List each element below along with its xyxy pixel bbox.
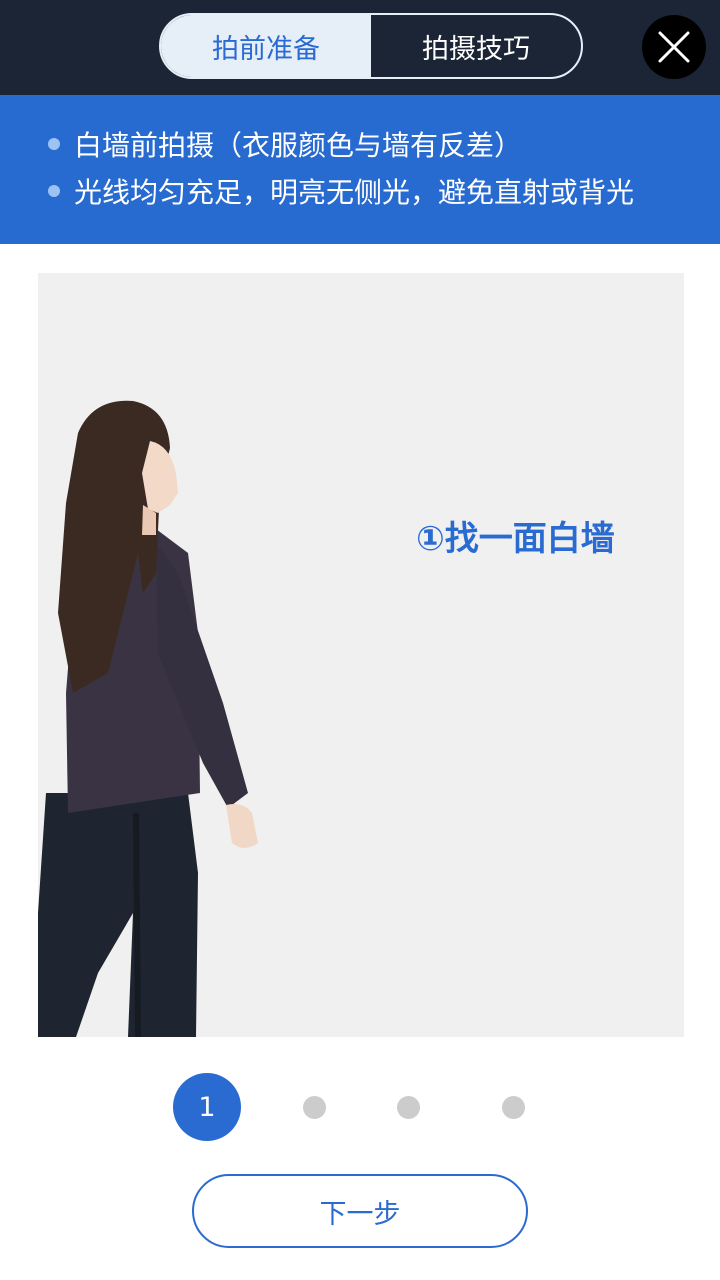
top-bar: 拍前准备 拍摄技巧	[0, 0, 720, 95]
tab-switcher: 拍前准备 拍摄技巧	[159, 13, 583, 79]
page-indicator-active[interactable]: 1	[173, 1073, 241, 1141]
close-button[interactable]	[642, 15, 706, 79]
woman-walking-photo	[38, 400, 258, 1037]
example-scene: ①找一面白墙	[38, 273, 684, 1037]
scene-caption: ①找一面白墙	[416, 519, 615, 559]
tab-shooting-tips[interactable]: 拍摄技巧	[371, 15, 581, 77]
step-pager: 1	[0, 1073, 720, 1141]
tab-preparation[interactable]: 拍前准备	[161, 15, 371, 77]
bullet-icon	[48, 185, 60, 197]
close-icon	[658, 31, 690, 63]
tip-text: 光线均匀充足，明亮无侧光，避免直射或背光	[74, 176, 635, 209]
page-indicator-dot[interactable]	[303, 1096, 326, 1119]
page-indicator-dot[interactable]	[502, 1096, 525, 1119]
tip-item: 白墙前拍摄（衣服颜色与墙有反差）	[48, 122, 522, 166]
page-indicator-dot[interactable]	[397, 1096, 420, 1119]
bullet-icon	[48, 138, 60, 150]
next-step-button[interactable]: 下一步	[192, 1174, 528, 1248]
tip-text: 白墙前拍摄（衣服颜色与墙有反差）	[74, 129, 523, 162]
tips-banner: 白墙前拍摄（衣服颜色与墙有反差） 光线均匀充足，明亮无侧光，避免直射或背光	[0, 95, 720, 244]
tip-item: 光线均匀充足，明亮无侧光，避免直射或背光	[48, 169, 634, 213]
